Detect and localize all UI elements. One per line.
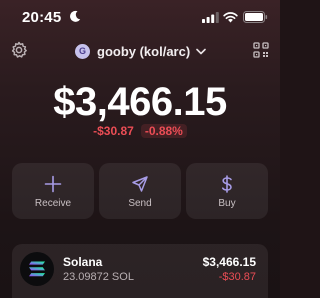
total-balance: $3,466.15: [53, 80, 227, 124]
send-icon: [132, 176, 148, 192]
token-amount: 23.09872 SOL: [63, 271, 134, 283]
receive-button[interactable]: Receive: [12, 163, 94, 219]
wifi-icon: [223, 12, 238, 23]
gear-icon[interactable]: [10, 41, 28, 59]
send-label: Send: [128, 198, 152, 209]
action-buttons: Receive Send Buy: [12, 163, 268, 219]
token-name: Solana: [63, 255, 103, 269]
dollar-icon: [222, 175, 232, 193]
solana-logo: [20, 252, 54, 286]
status-time: 20:45: [22, 9, 62, 26]
wallet-header: G gooby (kol/arc): [0, 38, 280, 64]
send-button[interactable]: Send: [99, 163, 181, 219]
moon-icon: [70, 10, 81, 22]
token-change: -$30.87: [218, 271, 256, 283]
balance-change: -$30.87 -0.88%: [0, 124, 280, 138]
solana-icon: [29, 261, 45, 277]
change-amount: -$30.87: [93, 124, 134, 138]
token-value: $3,466.15: [202, 255, 256, 269]
account-name: gooby (kol/arc): [97, 43, 191, 59]
account-selector[interactable]: G gooby (kol/arc): [75, 41, 206, 61]
qr-code-icon[interactable]: [253, 42, 269, 58]
signal-icon: [202, 12, 219, 23]
plus-icon: [44, 175, 62, 193]
buy-label: Buy: [218, 198, 236, 209]
buy-button[interactable]: Buy: [186, 163, 268, 219]
token-row-solana[interactable]: Solana 23.09872 SOL $3,466.15 -$30.87: [12, 244, 268, 298]
chevron-down-icon: [196, 48, 206, 54]
change-percent-badge: -0.88%: [140, 124, 187, 138]
avatar: G: [75, 43, 90, 59]
status-bar: 20:45: [0, 0, 280, 34]
battery-icon: [243, 11, 268, 23]
receive-label: Receive: [34, 198, 72, 209]
